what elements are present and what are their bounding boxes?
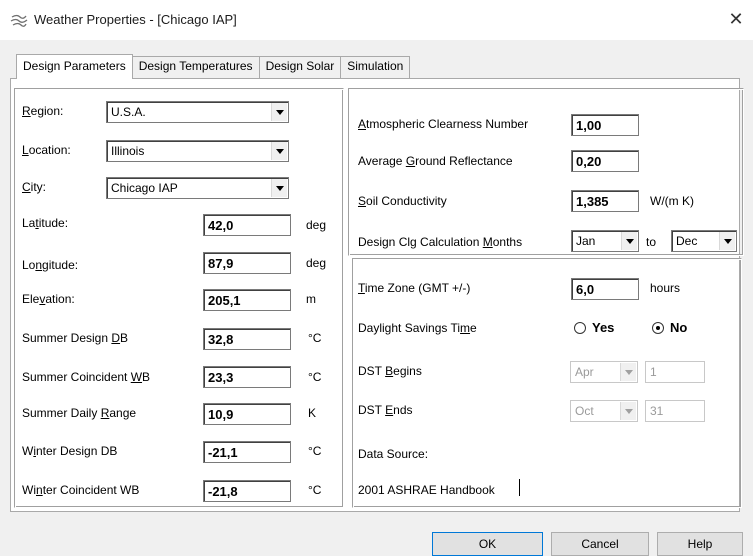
longitude-unit: deg bbox=[306, 256, 327, 270]
month-to-dropdown[interactable]: Dec bbox=[671, 230, 737, 252]
ok-button[interactable]: OK bbox=[432, 532, 543, 556]
dst-no-option[interactable]: No bbox=[652, 320, 687, 335]
dst-no-label: No bbox=[670, 320, 688, 335]
reflectance-field[interactable]: 0,20 bbox=[571, 150, 639, 172]
data-source-label: Data Source: bbox=[358, 447, 429, 461]
latitude-label: Latitude: bbox=[22, 216, 69, 230]
location-dropdown[interactable]: Illinois bbox=[106, 140, 289, 162]
chevron-down-icon[interactable] bbox=[271, 103, 287, 121]
cancel-button[interactable]: Cancel bbox=[551, 532, 649, 556]
summer-design-db-field[interactable]: 32,8 bbox=[203, 328, 291, 350]
summer-design-db-unit: °C bbox=[308, 331, 322, 345]
summer-daily-range-field[interactable]: 10,9 bbox=[203, 403, 291, 425]
chevron-down-icon[interactable] bbox=[620, 402, 636, 420]
latitude-unit: deg bbox=[306, 218, 327, 232]
winter-design-db-label: Winter Design DB bbox=[22, 444, 118, 458]
text-cursor bbox=[519, 479, 520, 496]
winter-design-db-unit: °C bbox=[308, 444, 322, 458]
dst-ends-label: DST Ends bbox=[358, 403, 413, 417]
chevron-down-icon[interactable] bbox=[271, 142, 287, 160]
location-label: Location: bbox=[22, 143, 71, 157]
tab-simulation[interactable]: Simulation bbox=[341, 56, 411, 78]
months-label: Design Clg Calculation Months bbox=[358, 235, 523, 249]
weather-wind-icon bbox=[10, 12, 28, 28]
month-to-value: Dec bbox=[676, 234, 698, 248]
latitude-field[interactable]: 42,0 bbox=[203, 214, 291, 236]
dst-yes-label: Yes bbox=[592, 320, 615, 335]
clearness-label: Atmospheric Clearness Number bbox=[358, 117, 529, 131]
winter-design-db-field[interactable]: -21,1 bbox=[203, 441, 291, 463]
region-value: U.S.A. bbox=[111, 105, 146, 119]
summer-coincident-wb-field[interactable]: 23,3 bbox=[203, 366, 291, 388]
month-from-dropdown[interactable]: Jan bbox=[571, 230, 639, 252]
city-value: Chicago IAP bbox=[111, 181, 178, 195]
soil-conductivity-label: Soil Conductivity bbox=[358, 194, 447, 208]
dst-no-radio[interactable] bbox=[652, 321, 664, 334]
soil-conductivity-field[interactable]: 1,385 bbox=[571, 190, 639, 212]
summer-design-db-label: Summer Design DB bbox=[22, 331, 129, 345]
summer-coincident-wb-label: Summer Coincident WB bbox=[22, 370, 151, 384]
month-from-value: Jan bbox=[576, 234, 596, 248]
soil-conductivity-unit: W/(m K) bbox=[650, 194, 694, 208]
summer-daily-range-unit: K bbox=[308, 406, 317, 420]
dst-ends-month-dropdown[interactable]: Oct bbox=[570, 400, 638, 422]
elevation-unit: m bbox=[306, 292, 316, 306]
region-dropdown[interactable]: U.S.A. bbox=[106, 101, 289, 123]
clearness-field[interactable]: 1,00 bbox=[571, 114, 639, 136]
summer-coincident-wb-unit: °C bbox=[308, 370, 322, 384]
close-icon[interactable]: ✕ bbox=[725, 8, 747, 30]
longitude-field[interactable]: 87,9 bbox=[203, 252, 291, 274]
data-source-value[interactable]: 2001 ASHRAE Handbook bbox=[358, 483, 495, 497]
dst-begins-month-dropdown[interactable]: Apr bbox=[570, 361, 638, 383]
dst-ends-month-value: Oct bbox=[575, 404, 594, 418]
timezone-field[interactable]: 6,0 bbox=[571, 278, 639, 300]
months-to-label: to bbox=[646, 235, 657, 249]
city-label: City: bbox=[22, 180, 47, 194]
winter-coincident-wb-unit: °C bbox=[308, 483, 322, 497]
reflectance-label: Average Ground Reflectance bbox=[358, 154, 513, 168]
window-title: Weather Properties - [Chicago IAP] bbox=[34, 12, 237, 27]
summer-daily-range-label: Summer Daily Range bbox=[22, 406, 137, 420]
region-label: Region: bbox=[22, 104, 64, 118]
dst-begins-day-field[interactable]: 1 bbox=[645, 361, 705, 383]
chevron-down-icon[interactable] bbox=[719, 232, 735, 250]
timezone-label: Time Zone (GMT +/-) bbox=[358, 281, 471, 295]
longitude-label: Longitude: bbox=[22, 258, 79, 272]
dst-label: Daylight Savings Time bbox=[358, 321, 477, 335]
city-dropdown[interactable]: Chicago IAP bbox=[106, 177, 289, 199]
elevation-label: Elevation: bbox=[22, 292, 75, 306]
chevron-down-icon[interactable] bbox=[620, 363, 636, 381]
tab-design-solar[interactable]: Design Solar bbox=[259, 56, 342, 78]
chevron-down-icon[interactable] bbox=[271, 179, 287, 197]
tab-strip: Design Parameters Design Temperatures De… bbox=[16, 54, 411, 79]
dst-begins-month-value: Apr bbox=[575, 365, 594, 379]
tab-design-parameters[interactable]: Design Parameters bbox=[16, 54, 133, 79]
dst-yes-radio[interactable] bbox=[574, 321, 586, 334]
elevation-field[interactable]: 205,1 bbox=[203, 289, 291, 311]
winter-coincident-wb-label: Winter Coincident WB bbox=[22, 483, 140, 497]
winter-coincident-wb-field[interactable]: -21,8 bbox=[203, 480, 291, 502]
help-button[interactable]: Help bbox=[657, 532, 743, 556]
dst-ends-day-field[interactable]: 31 bbox=[645, 400, 705, 422]
timezone-group bbox=[352, 258, 742, 508]
dst-begins-label: DST Begins bbox=[358, 364, 422, 378]
tab-design-temperatures[interactable]: Design Temperatures bbox=[132, 56, 260, 78]
dst-yes-option[interactable]: Yes bbox=[574, 320, 614, 335]
chevron-down-icon[interactable] bbox=[621, 232, 637, 250]
timezone-unit: hours bbox=[650, 281, 681, 295]
title-bar: Weather Properties - [Chicago IAP] ✕ bbox=[0, 0, 753, 40]
location-value: Illinois bbox=[111, 144, 145, 158]
